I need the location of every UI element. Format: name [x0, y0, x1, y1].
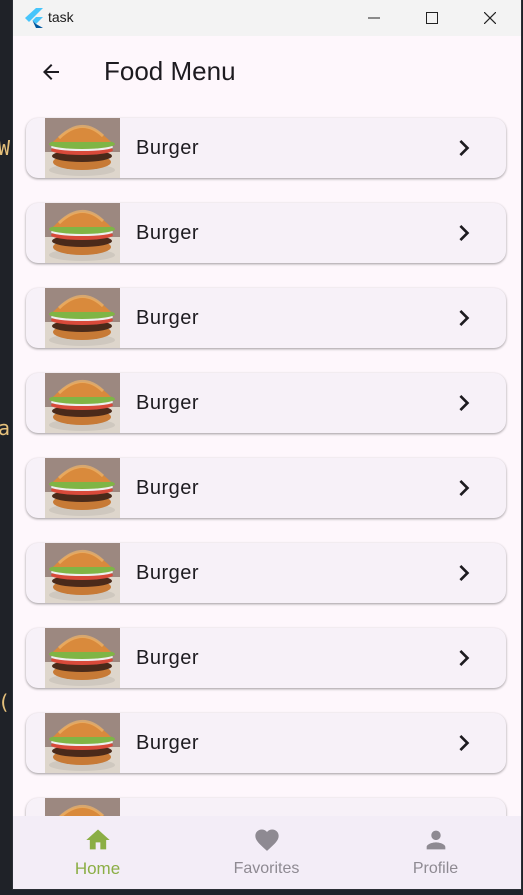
chevron-right-icon [459, 395, 470, 411]
page-title: Food Menu [104, 56, 236, 86]
nav-item-favorites[interactable]: Favorites [182, 816, 351, 889]
nav-item-profile[interactable]: Profile [351, 816, 520, 889]
burger-image [45, 118, 120, 178]
chevron-right-icon [459, 480, 470, 496]
minimize-icon [368, 17, 380, 19]
chevron-right-icon [459, 565, 470, 581]
menu-item-card[interactable]: Burger [26, 798, 506, 816]
nav-label-favorites: Favorites [233, 860, 300, 877]
burger-image [45, 798, 120, 816]
chevron-right-icon [459, 225, 470, 241]
window-title: task [48, 9, 74, 25]
burger-image [45, 458, 120, 518]
background-editor-glyph: a [0, 416, 11, 440]
back-button[interactable] [33, 54, 69, 90]
maximize-button[interactable] [403, 0, 461, 36]
menu-item-card[interactable]: Burger [26, 543, 506, 603]
app-bar: Food Menu [13, 36, 521, 108]
nav-label-home: Home [74, 859, 121, 878]
bottom-navigation-bar: Home Favorites Profile [13, 816, 521, 889]
minimize-button[interactable] [345, 0, 403, 36]
menu-item-card[interactable]: Burger [26, 373, 506, 433]
menu-item-card[interactable]: Burger [26, 713, 506, 773]
burger-image [45, 203, 120, 263]
menu-item-label: Burger [136, 307, 200, 329]
close-button[interactable] [461, 0, 519, 36]
chevron-right-icon [459, 310, 470, 326]
app-window: task Food Menu Burger Burger Burger Burg… [13, 0, 521, 889]
menu-item-label: Burger [136, 222, 200, 244]
menu-item-card[interactable]: Burger [26, 458, 506, 518]
menu-item-card[interactable]: Burger [26, 288, 506, 348]
chevron-right-icon [459, 140, 470, 156]
person-icon [426, 830, 445, 850]
home-icon [85, 829, 110, 850]
menu-item-card[interactable]: Burger [26, 628, 506, 688]
burger-image [45, 628, 120, 688]
food-menu-list[interactable]: Burger Burger Burger Burger Burger Burge… [13, 108, 521, 816]
close-icon [484, 12, 496, 24]
background-editor-glyph: ( [0, 690, 10, 714]
nav-label-profile: Profile [412, 860, 459, 877]
menu-item-label: Burger [136, 137, 200, 159]
menu-item-card[interactable]: Burger [26, 118, 506, 178]
maximize-icon [426, 12, 438, 24]
arrow-back-icon [43, 64, 59, 80]
burger-image [45, 288, 120, 348]
menu-item-card[interactable]: Burger [26, 203, 506, 263]
menu-item-label: Burger [136, 732, 200, 754]
background-editor-glyph: W [0, 136, 11, 160]
menu-item-label: Burger [136, 562, 200, 584]
menu-item-label: Burger [136, 647, 200, 669]
burger-image [45, 713, 120, 773]
window-titlebar: task [13, 0, 521, 36]
menu-item-label: Burger [136, 477, 200, 499]
chevron-right-icon [459, 650, 470, 666]
burger-image [45, 543, 120, 603]
burger-image [45, 373, 120, 433]
heart-icon [254, 829, 279, 851]
menu-item-label: Burger [136, 392, 200, 414]
chevron-right-icon [459, 735, 470, 751]
nav-item-home[interactable]: Home [13, 816, 182, 889]
flutter-logo-icon [25, 8, 43, 28]
